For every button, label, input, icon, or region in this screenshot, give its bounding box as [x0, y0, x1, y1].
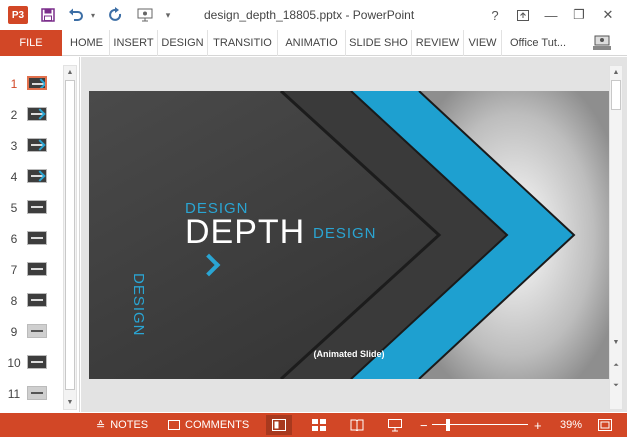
slide-thumbnail[interactable]: 7: [0, 254, 62, 285]
slide-text-depth: DEPTH: [185, 213, 306, 251]
slide-thumbnail[interactable]: 6: [0, 223, 62, 254]
slide-number: 3: [10, 139, 18, 153]
reading-view-icon: [350, 419, 364, 431]
current-slide[interactable]: DESIGN DEPTH DESIGN DESIGN (Animated Sli…: [89, 91, 609, 379]
slide-number: 10: [7, 356, 21, 370]
help-icon[interactable]: ?: [484, 5, 506, 25]
slide-thumbnail[interactable]: 10: [0, 347, 62, 378]
slide-sorter-icon: [312, 419, 326, 431]
slide-caption: (Animated Slide): [313, 349, 385, 359]
tab-slide-show[interactable]: SLIDE SHO: [346, 30, 412, 56]
slide-sorter-button[interactable]: [306, 415, 332, 435]
tab-transitions[interactable]: TRANSITIO: [208, 30, 278, 56]
scroll-up-icon[interactable]: ▲: [64, 66, 76, 78]
close-button[interactable]: ✕: [597, 5, 619, 25]
slide-thumbnail[interactable]: 11: [0, 378, 62, 409]
slide-number: 9: [10, 325, 18, 339]
slide-thumbnail-image: [27, 169, 47, 183]
account-label: Office Tut...: [510, 37, 567, 49]
customize-toolbar-icon[interactable]: ▾: [162, 6, 174, 24]
undo-dropdown-icon[interactable]: ▾: [88, 6, 98, 24]
ribbon-tab-bar: FILE HOME INSERT DESIGN TRANSITIO ANIMAT…: [0, 30, 627, 56]
slide-text-design-right: DESIGN: [313, 225, 377, 242]
comments-icon: [168, 420, 180, 430]
tab-design[interactable]: DESIGN: [158, 30, 208, 56]
slide-thumbnail-pane: 1 2 3 4 5 6 7 8 9 10 11 ▲ ▼: [0, 57, 80, 412]
slide-thumbnail[interactable]: 4: [0, 161, 62, 192]
slide-thumbnail[interactable]: 8: [0, 285, 62, 316]
slide-thumbnail-image: [27, 138, 47, 152]
zoom-slider-handle[interactable]: [446, 419, 450, 431]
slide-thumbnail[interactable]: 2: [0, 99, 62, 130]
start-from-beginning-icon[interactable]: [134, 6, 156, 24]
slide-thumbnail-image: [27, 262, 47, 276]
slide-show-button[interactable]: [382, 415, 408, 435]
slide-thumbnail-image: [27, 324, 47, 338]
user-avatar-icon[interactable]: [592, 34, 612, 52]
scrollbar-thumb[interactable]: [611, 80, 621, 110]
tab-insert[interactable]: INSERT: [110, 30, 158, 56]
title-bar: P3 ▾ ▾ design_depth_18805.pptx - PowerPo…: [0, 0, 627, 30]
slide-number: 1: [10, 77, 18, 91]
slide-editing-area[interactable]: DESIGN DEPTH DESIGN DESIGN (Animated Sli…: [81, 57, 627, 412]
powerpoint-app-icon[interactable]: P3: [8, 6, 28, 24]
tab-home[interactable]: HOME: [64, 30, 110, 56]
normal-view-icon: [272, 419, 286, 431]
window-title: design_depth_18805.pptx - PowerPoint: [204, 8, 415, 22]
slide-thumbnail-image: [27, 107, 47, 121]
comments-label: COMMENTS: [185, 419, 250, 431]
fit-slide-button[interactable]: [592, 415, 618, 435]
thumbnail-scrollbar[interactable]: ▲ ▼: [63, 65, 77, 410]
scroll-up-icon[interactable]: ▲: [610, 66, 622, 78]
normal-view-button[interactable]: [266, 415, 292, 435]
slide-thumbnail[interactable]: 1: [0, 68, 62, 99]
slide-number: 4: [10, 170, 18, 184]
notes-button[interactable]: ≙ NOTES: [96, 413, 148, 437]
slide-thumbnail-image: [27, 231, 47, 245]
slide-number: 2: [10, 108, 18, 122]
scrollbar-thumb[interactable]: [65, 80, 75, 390]
slide-text-design-vertical: DESIGN: [130, 273, 147, 337]
slide-thumbnail[interactable]: 5: [0, 192, 62, 223]
scroll-down-icon[interactable]: ▼: [610, 336, 622, 348]
next-slide-icon[interactable]: ⏷: [610, 380, 622, 392]
undo-icon[interactable]: [66, 6, 86, 24]
slide-number: 8: [10, 294, 18, 308]
slide-show-icon: [388, 418, 402, 431]
slide-thumbnail[interactable]: 3: [0, 130, 62, 161]
slide-number: 5: [10, 201, 18, 215]
slide-thumbnail-image: [27, 200, 47, 214]
previous-slide-icon[interactable]: ⏶: [610, 360, 622, 372]
slide-scrollbar[interactable]: ▲ ▼ ⏶ ⏷: [609, 65, 623, 410]
slide-thumbnail[interactable]: 9: [0, 316, 62, 347]
comments-button[interactable]: COMMENTS: [168, 413, 249, 437]
tab-animations[interactable]: ANIMATIO: [278, 30, 346, 56]
notes-label: NOTES: [110, 419, 149, 431]
save-icon[interactable]: [38, 6, 58, 24]
zoom-in-button[interactable]: +: [534, 413, 542, 437]
slide-number: 7: [10, 263, 18, 277]
tab-review[interactable]: REVIEW: [412, 30, 464, 56]
ribbon-display-options-icon[interactable]: [512, 5, 534, 25]
slide-thumbnail-image: [27, 76, 47, 90]
account-name[interactable]: Office Tut...: [510, 30, 566, 56]
redo-icon[interactable]: [106, 6, 126, 24]
slide-number: 11: [7, 387, 21, 401]
status-bar: ≙ NOTES COMMENTS − + 39%: [0, 413, 627, 437]
tab-view[interactable]: VIEW: [464, 30, 502, 56]
tab-file[interactable]: FILE: [0, 30, 62, 56]
minimize-button[interactable]: —: [540, 5, 562, 25]
slide-number: 6: [10, 232, 18, 246]
zoom-level[interactable]: 39%: [560, 413, 582, 437]
zoom-out-button[interactable]: −: [420, 413, 428, 437]
reading-view-button[interactable]: [344, 415, 370, 435]
slide-thumbnail-image: [27, 386, 47, 400]
fit-slide-icon: [598, 419, 612, 431]
restore-button[interactable]: ❐: [568, 5, 590, 25]
slide-thumbnail-image: [27, 293, 47, 307]
scroll-down-icon[interactable]: ▼: [64, 396, 76, 408]
slide-thumbnail-image: [27, 355, 47, 369]
notes-icon: ≙: [96, 419, 106, 432]
